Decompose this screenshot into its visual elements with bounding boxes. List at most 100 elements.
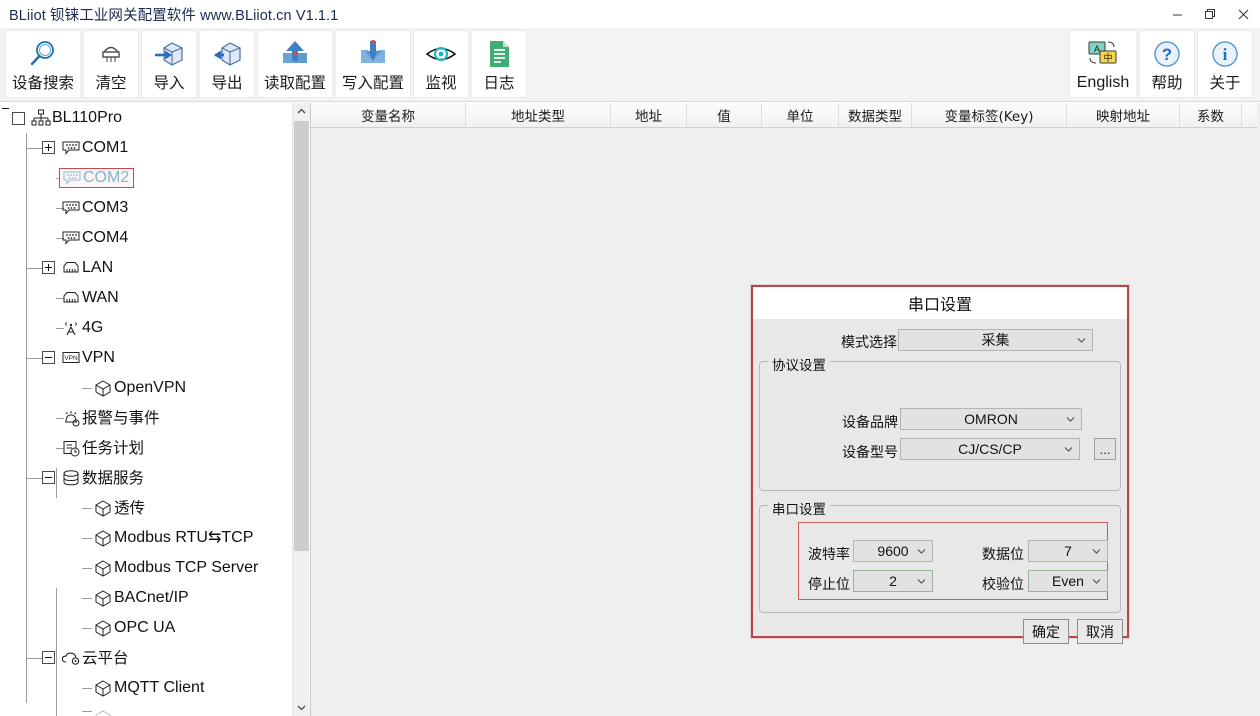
toolbar-button-write-config[interactable]: 写入配置: [335, 30, 412, 98]
tree-connector: [26, 148, 42, 149]
document-icon: [479, 36, 519, 72]
maximize-icon[interactable]: [1194, 0, 1227, 28]
tree-node[interactable]: WAN: [60, 289, 119, 307]
device-model-combo[interactable]: CJ/CS/CP: [900, 438, 1080, 460]
tree-scrollbar-thumb[interactable]: [294, 121, 309, 551]
tree-item-bl110pro[interactable]: BL110Pro: [0, 103, 292, 133]
tree-item-label: BACnet/IP: [114, 589, 189, 606]
alarm-icon: [60, 409, 82, 427]
tree-toggle-collapse-icon[interactable]: [12, 111, 25, 125]
tree-toggle-collapse-icon[interactable]: [42, 351, 55, 364]
tree-item-openvpn[interactable]: OpenVPN: [0, 373, 292, 403]
tree-node[interactable]: BACnet/IP: [92, 589, 189, 607]
tree-toggle-collapse-icon[interactable]: [42, 471, 55, 484]
tree-scrollbar[interactable]: [292, 103, 310, 716]
toolbar-button-about[interactable]: i 关于: [1197, 30, 1253, 98]
tree-node[interactable]: COM3: [60, 199, 128, 217]
tree-node[interactable]: COM1: [60, 139, 128, 157]
tree-item-transparent[interactable]: 透传: [0, 493, 292, 523]
device-brand-combo[interactable]: OMRON: [900, 408, 1082, 430]
tree-node[interactable]: VPN VPN: [60, 349, 115, 367]
toolbar-button-monitor[interactable]: 监视: [413, 30, 470, 98]
dialog-title-bar: 串口设置: [753, 287, 1127, 319]
tree-item-com4[interactable]: COM4: [0, 223, 292, 253]
tree-node[interactable]: OPC UA: [92, 619, 175, 637]
tree-item-partial[interactable]: [0, 703, 292, 716]
main-content-area: 变量名称 地址类型 地址 值 单位 数据类型 变量标签(Key) 映射地址 系数…: [311, 103, 1260, 716]
tree-item-bacnet-ip[interactable]: BACnet/IP: [0, 583, 292, 613]
tree-node[interactable]: 任务计划: [60, 439, 144, 457]
tree-node[interactable]: 数据服务: [60, 469, 144, 487]
tree-item-label: COM3: [82, 199, 129, 216]
toolbar-button-export[interactable]: 导出: [199, 30, 256, 98]
toolbar-button-language[interactable]: A 中 English: [1069, 30, 1137, 98]
tree-node[interactable]: 报警与事件: [60, 409, 160, 427]
baud-rate-combo[interactable]: 9600: [853, 540, 933, 562]
stop-bits-combo[interactable]: 2: [853, 570, 933, 592]
tree-node[interactable]: Modbus RTU⇆TCP: [92, 529, 253, 547]
tree-node[interactable]: BL110Pro: [30, 109, 122, 127]
tree-item-opc-ua[interactable]: OPC UA: [0, 613, 292, 643]
tree-item-com1[interactable]: COM1: [0, 133, 292, 163]
tree-item-4g[interactable]: 4G: [0, 313, 292, 343]
dialog-ok-label: 确定: [1032, 624, 1060, 641]
toolbar-button-device-search[interactable]: 设备搜索: [5, 30, 82, 98]
tree-item-alarm-events[interactable]: 报警与事件: [0, 403, 292, 433]
grid-column-header[interactable]: 地址: [611, 103, 687, 127]
tree-item-com3[interactable]: COM3: [0, 193, 292, 223]
grid-column-header[interactable]: 值: [687, 103, 762, 127]
data-bits-combo[interactable]: 7: [1028, 540, 1108, 562]
tree-item-vpn[interactable]: VPN VPN: [0, 343, 292, 373]
tree-connector: [26, 658, 42, 659]
grid-column-header[interactable]: 数据类型: [839, 103, 912, 127]
tree-item-task-schedule[interactable]: 任务计划: [0, 433, 292, 463]
protocol-settings-group-title: 协议设置: [768, 354, 830, 374]
grid-column-header[interactable]: 地址类型: [466, 103, 611, 127]
tree-node[interactable]: OpenVPN: [92, 379, 186, 397]
grid-column-header[interactable]: 系数: [1180, 103, 1242, 127]
parity-combo[interactable]: Even: [1028, 570, 1108, 592]
tree-node[interactable]: 云平台: [60, 649, 129, 667]
chevron-down-icon[interactable]: [293, 699, 310, 716]
ethernet-icon: [60, 289, 82, 307]
tree-item-wan[interactable]: WAN: [0, 283, 292, 313]
grid-column-header[interactable]: 单位: [762, 103, 839, 127]
tree-node[interactable]: 4G: [60, 319, 103, 337]
close-icon[interactable]: [1227, 0, 1260, 28]
toolbar-button-log[interactable]: 日志: [471, 30, 528, 98]
grid-column-label: 变量标签(Key): [944, 109, 1034, 125]
tree-item-lan[interactable]: LAN: [0, 253, 292, 283]
grid-column-header[interactable]: 映射地址: [1067, 103, 1180, 127]
tree-item-data-service[interactable]: 数据服务: [0, 463, 292, 493]
tree-item-cloud-platform[interactable]: 云平台: [0, 643, 292, 673]
tree-node[interactable]: MQTT Client: [92, 679, 204, 697]
tree-item-modbus-rtu-tcp[interactable]: Modbus RTU⇆TCP: [0, 523, 292, 553]
chevron-down-icon: [1077, 337, 1086, 343]
tree-item-modbus-tcp-server[interactable]: Modbus TCP Server: [0, 553, 292, 583]
toolbar-button-clear[interactable]: 清空: [83, 30, 140, 98]
serial-port-icon: [60, 139, 82, 157]
toolbar-button-read-config[interactable]: 读取配置: [257, 30, 334, 98]
dialog-ok-button[interactable]: 确定: [1023, 619, 1069, 644]
tree-toggle-collapse-icon[interactable]: [42, 651, 55, 664]
tree-node[interactable]: COM4: [60, 229, 128, 247]
grid-column-header[interactable]: 变量标签(Key): [912, 103, 1067, 127]
tree-toggle-expand-icon[interactable]: [42, 141, 55, 154]
toolbar-button-import[interactable]: 导入: [141, 30, 198, 98]
device-model-browse-button[interactable]: ...: [1094, 438, 1116, 460]
tree-node[interactable]: Modbus TCP Server: [92, 559, 258, 577]
chevron-up-icon[interactable]: [293, 103, 310, 120]
tree-item-mqtt-client[interactable]: MQTT Client: [0, 673, 292, 703]
dialog-cancel-button[interactable]: 取消: [1077, 619, 1123, 644]
minimize-icon[interactable]: [1161, 0, 1194, 28]
stop-bits-label: 停止位: [808, 577, 850, 593]
tree-toggle-expand-icon[interactable]: [42, 261, 55, 274]
tree-node[interactable]: 透传: [92, 499, 145, 517]
tree-node-selected[interactable]: COM2: [59, 168, 135, 188]
tree-node[interactable]: [92, 709, 114, 716]
tree-item-com2[interactable]: COM2: [0, 163, 292, 193]
tree-node[interactable]: LAN: [60, 259, 113, 277]
toolbar-button-help[interactable]: ? 帮助: [1139, 30, 1195, 98]
mode-select-combo[interactable]: 采集: [898, 329, 1093, 351]
grid-column-header[interactable]: 变量名称: [311, 103, 466, 127]
